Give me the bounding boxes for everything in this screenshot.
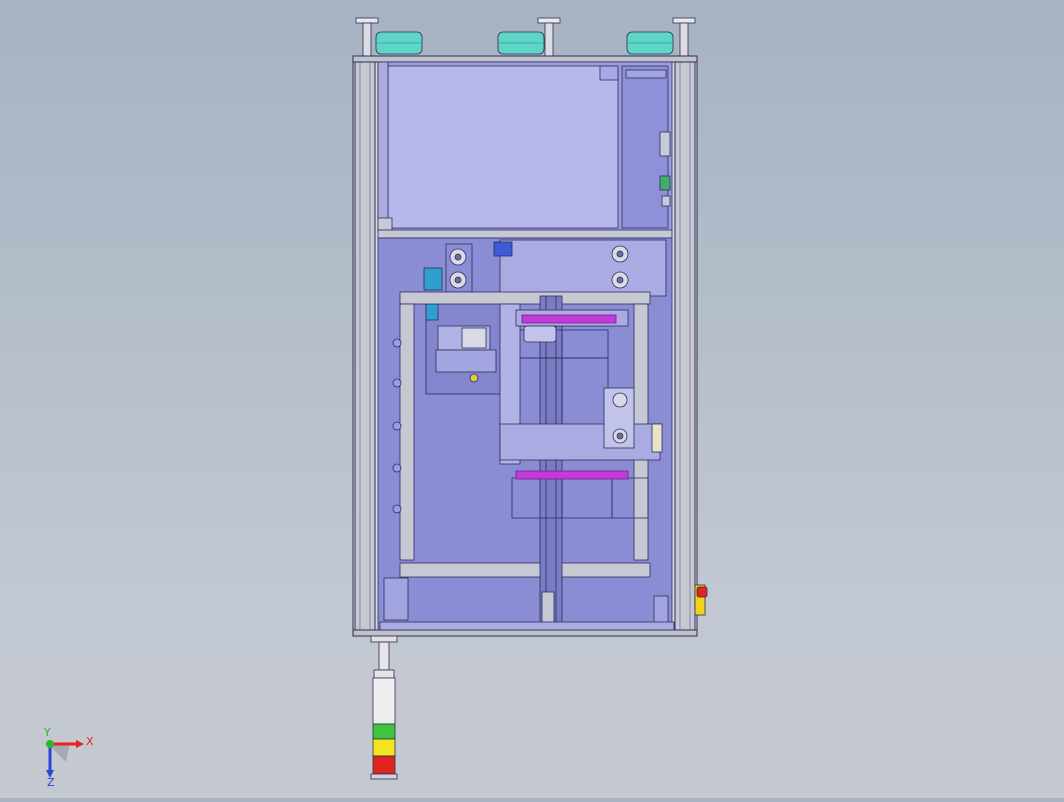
compartment-divider <box>377 229 673 239</box>
lower-compartment[interactable] <box>377 237 675 631</box>
x-axis-arrowhead <box>76 740 84 748</box>
cad-viewport[interactable]: X Y Z <box>0 0 1064 798</box>
emergency-stop-button[interactable] <box>694 584 708 616</box>
coordinate-triad: X Y Z <box>43 728 94 788</box>
top-roller-assembly <box>355 17 696 58</box>
x-axis-label: X <box>86 735 94 748</box>
tower-light-red <box>372 755 396 775</box>
z-axis-label: Z <box>47 776 55 788</box>
tower-light-yellow <box>372 738 396 757</box>
tower-light-green <box>372 723 396 740</box>
tower-light <box>370 635 398 780</box>
upper-compartment[interactable] <box>377 61 673 233</box>
y-axis-label: Y <box>43 728 51 739</box>
y-axis-dot <box>46 740 54 748</box>
